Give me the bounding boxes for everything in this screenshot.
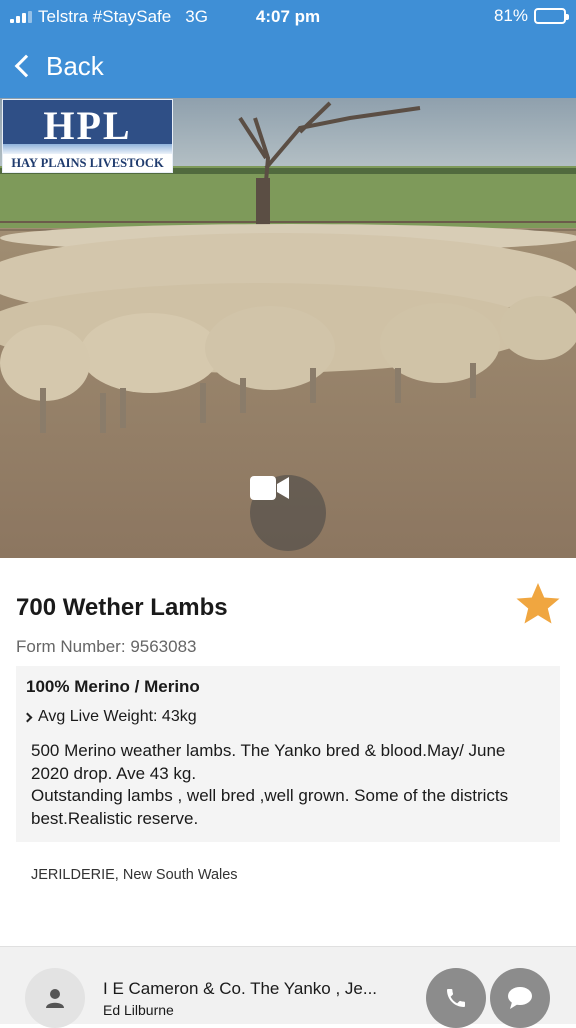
clock: 4:07 pm — [255, 7, 321, 26]
chevron-left-icon — [14, 54, 38, 78]
agent-name: I E Cameron & Co. The Yanko , Je... — [103, 979, 378, 998]
battery-percent: 81% — [493, 6, 528, 25]
battery-status: 81% — [493, 6, 569, 26]
listing-title: 700 Wether Lambs — [16, 594, 228, 621]
star-icon — [516, 583, 560, 624]
status-bar: Telstra #StaySafe 3G 4:07 pm 81% — [0, 0, 576, 34]
call-button[interactable] — [426, 968, 486, 1028]
chat-bubble-icon — [508, 987, 532, 1009]
video-camera-icon — [250, 476, 289, 500]
back-label: Back — [46, 50, 104, 81]
hpl-logo: HPL HAY PLAINS LIVESTOCK — [2, 99, 173, 173]
form-number-value: 9563083 — [130, 637, 197, 656]
play-video-button[interactable] — [250, 475, 326, 551]
form-number: Form Number: 9563083 — [16, 637, 197, 657]
avg-weight-toggle[interactable]: Avg Live Weight: 43kg — [22, 708, 197, 726]
listing-location: JERILDERIE, New South Wales — [31, 867, 238, 883]
form-number-label: Form Number: — [16, 637, 126, 656]
avg-weight-label: Avg Live Weight: 43kg — [38, 708, 197, 725]
listing-photo[interactable]: HPL HAY PLAINS LIVESTOCK — [0, 98, 576, 558]
back-button[interactable]: Back — [12, 48, 104, 84]
logo-title: HPL — [43, 103, 132, 148]
listing-details-card: 100% Merino / Merino Avg Live Weight: 43… — [16, 666, 560, 842]
agent-avatar — [25, 968, 85, 1028]
chevron-right-icon — [22, 712, 33, 722]
agent-footer: I E Cameron & Co. The Yanko , Je... Ed L… — [0, 946, 576, 1028]
agent-contact: Ed Lilburne — [103, 1002, 174, 1018]
breed-label: 100% Merino / Merino — [26, 677, 200, 696]
favorite-button[interactable] — [514, 580, 562, 628]
chat-button[interactable] — [490, 968, 550, 1028]
person-icon — [46, 989, 64, 1008]
phone-icon — [447, 989, 465, 1007]
battery-icon — [534, 8, 569, 24]
navigation-bar: Back — [0, 34, 576, 98]
listing-description: 500 Merino weather lambs. The Yanko bred… — [31, 741, 509, 828]
logo-subtitle: HAY PLAINS LIVESTOCK — [3, 154, 172, 172]
